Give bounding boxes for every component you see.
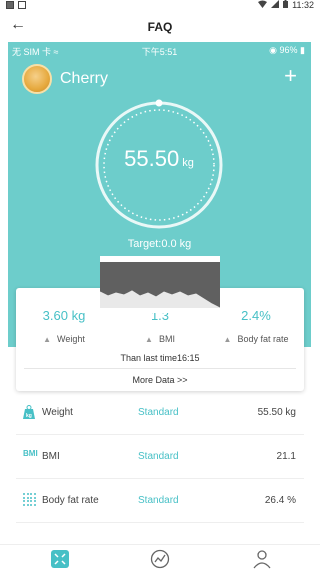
overlay-image bbox=[100, 256, 220, 313]
stat-label: Weight bbox=[57, 334, 85, 344]
user-name: Cherry bbox=[60, 70, 109, 87]
stat-label: BMI bbox=[158, 334, 175, 344]
metric-row-bmi[interactable]: BMI BMI Standard 21.1 bbox=[16, 435, 304, 479]
weight-icon-badge: kg bbox=[26, 413, 32, 419]
app-toolbar: ← FAQ bbox=[0, 12, 320, 42]
metric-status: Standard bbox=[138, 407, 179, 418]
phone-time: 下午5:51 bbox=[141, 47, 178, 57]
stat-label: Body fat rate bbox=[237, 334, 289, 344]
metric-status: Standard bbox=[138, 451, 179, 462]
notification-icons bbox=[6, 1, 26, 9]
notification-icon bbox=[18, 1, 26, 9]
notification-icon bbox=[6, 1, 14, 9]
metric-name: Weight bbox=[42, 407, 73, 418]
bmi-icon: BMI bbox=[23, 449, 38, 458]
stat-weight-change: 3.60 kg ▲ Weight bbox=[16, 308, 112, 344]
metric-name: Body fat rate bbox=[42, 495, 99, 506]
more-data-link[interactable]: More Data >> bbox=[16, 375, 304, 385]
triangle-up-icon: ▲ bbox=[223, 335, 232, 344]
trend-tab-icon[interactable] bbox=[150, 549, 170, 569]
weight-icon: kg bbox=[23, 405, 37, 419]
stat-bmi-change: 1.3 ▲ BMI bbox=[112, 308, 208, 344]
weight-unit: kg bbox=[182, 157, 194, 169]
gauge-indicator bbox=[155, 99, 163, 107]
metric-value: 26.4 % bbox=[264, 495, 296, 506]
triangle-up-icon: ▲ bbox=[145, 335, 153, 344]
plus-icon[interactable]: + bbox=[284, 65, 297, 87]
wifi-icon bbox=[258, 0, 268, 10]
system-status-bar: 11:32 bbox=[0, 0, 320, 12]
target-weight: Target:0.0 kg bbox=[127, 238, 192, 250]
metric-row-body-fat[interactable]: Body fat rate Standard 26.4 % bbox=[16, 479, 304, 523]
comparison-time: Than last time16:15 bbox=[120, 353, 200, 363]
stat-value: 2.4% bbox=[241, 308, 271, 323]
avatar[interactable] bbox=[22, 64, 52, 94]
system-time: 11:32 bbox=[292, 0, 314, 10]
metric-value: 21.1 bbox=[276, 451, 296, 462]
metric-status: Standard bbox=[138, 495, 179, 506]
signal-icon bbox=[271, 0, 280, 10]
metric-value: 55.50 kg bbox=[257, 407, 296, 418]
weight-number: 55.50 bbox=[124, 146, 180, 171]
scale-tab-icon[interactable] bbox=[50, 549, 70, 569]
user-profile[interactable]: Cherry bbox=[22, 64, 108, 94]
body-fat-icon bbox=[23, 493, 37, 507]
current-weight: 55.50 kg bbox=[92, 146, 226, 172]
stat-value: 3.60 kg bbox=[42, 308, 86, 323]
divider bbox=[24, 368, 296, 369]
triangle-up-icon: ▲ bbox=[43, 335, 52, 344]
battery-icon bbox=[283, 0, 289, 10]
page-title: FAQ bbox=[147, 20, 173, 34]
bottom-tab-bar bbox=[0, 544, 320, 569]
stat-body-fat-change: 2.4% ▲ Body fat rate bbox=[208, 308, 304, 344]
profile-tab-icon[interactable] bbox=[252, 549, 272, 569]
battery-text: ◉ 96% ▮ bbox=[269, 45, 305, 55]
metrics-list: kg Weight Standard 55.50 kg BMI BMI Stan… bbox=[16, 391, 304, 523]
metric-name: BMI bbox=[42, 451, 60, 462]
phone-status-bar: 无 SIM 卡 ≈ 下午5:51 ◉ 96% ▮ bbox=[8, 42, 311, 58]
metric-row-weight[interactable]: kg Weight Standard 55.50 kg bbox=[16, 391, 304, 435]
